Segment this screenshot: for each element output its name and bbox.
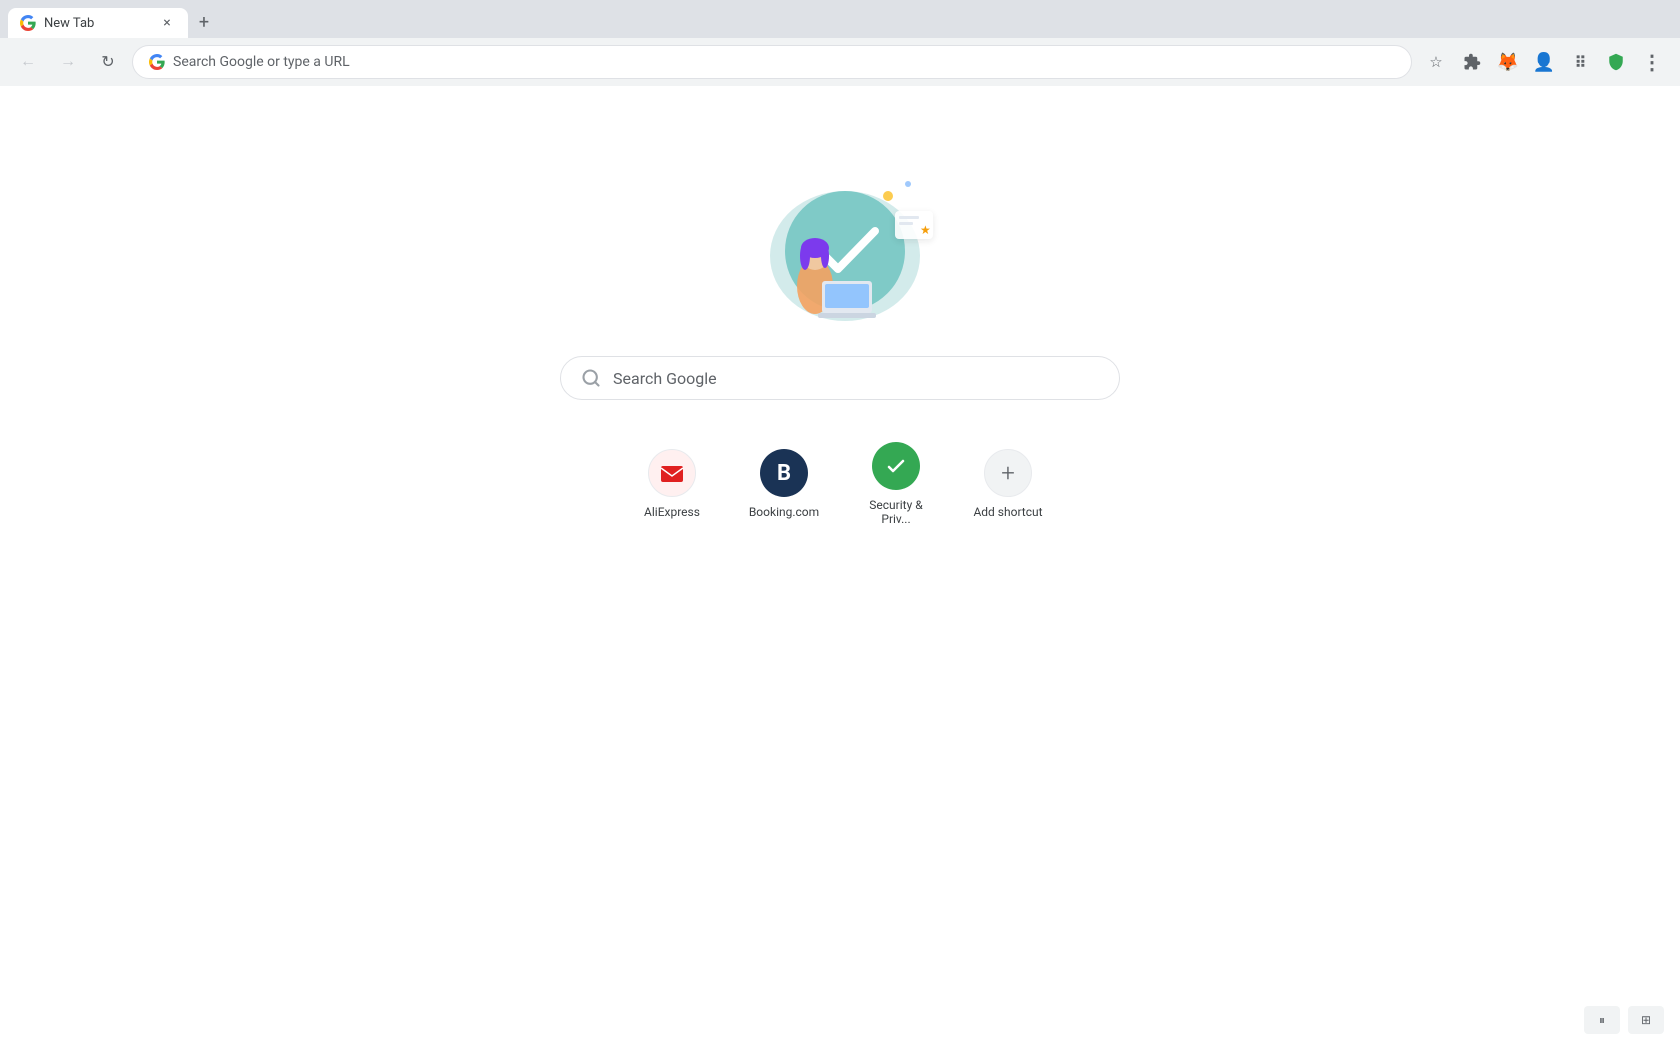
shortcut-security-label: Security & Priv...	[858, 498, 934, 526]
new-tab-button[interactable]: +	[190, 8, 218, 36]
search-box[interactable]: Search Google	[560, 356, 1120, 400]
address-bar-row: ← → ↻ Search Google or type a URL ☆	[0, 38, 1680, 86]
shortcut-add[interactable]: + Add shortcut	[960, 439, 1056, 529]
browser-chrome: New Tab × + ← → ↻ Search Google or type …	[0, 0, 1680, 86]
bottom-right-controls: ⏸ ⊞	[1584, 1006, 1664, 1034]
extensions-button[interactable]	[1456, 46, 1488, 78]
google-g-icon	[149, 54, 165, 70]
add-shortcut-icon: +	[984, 449, 1032, 497]
shield-icon	[1607, 53, 1625, 71]
profile-icon-person[interactable]: 👤	[1528, 46, 1560, 78]
tab-close-button[interactable]: ×	[158, 14, 176, 32]
back-button[interactable]: ←	[12, 46, 44, 78]
address-bar-text: Search Google or type a URL	[173, 54, 350, 70]
aliexpress-icon	[648, 449, 696, 497]
hero-illustration: ★	[740, 166, 940, 326]
new-tab-page: ★ Search Google	[0, 86, 1680, 1050]
shortcut-aliexpress[interactable]: AliExpress	[624, 439, 720, 529]
profile-icon-fox[interactable]: 🦊	[1492, 46, 1524, 78]
shortcuts-row: AliExpress B Booking.com Security & Priv…	[624, 432, 1056, 536]
add-plus-sign: +	[1001, 459, 1015, 487]
shortcut-security[interactable]: Security & Priv...	[848, 432, 944, 536]
pause-button[interactable]: ⏸	[1584, 1006, 1620, 1034]
search-icon	[581, 368, 601, 388]
puzzle-icon	[1463, 53, 1481, 71]
bookmark-button[interactable]: ☆	[1420, 46, 1452, 78]
forward-button[interactable]: →	[52, 46, 84, 78]
security-extension-icon[interactable]	[1600, 46, 1632, 78]
toolbar-icons: ☆ 🦊 👤 ⠿	[1420, 46, 1668, 78]
shortcut-add-label: Add shortcut	[973, 505, 1042, 519]
customize-button[interactable]: ⊞	[1628, 1006, 1664, 1034]
shortcut-booking[interactable]: B Booking.com	[736, 439, 832, 529]
browser-window: New Tab × + ← → ↻ Search Google or type …	[0, 0, 1680, 1050]
tab-bar: New Tab × +	[0, 0, 1680, 38]
booking-letter: B	[777, 461, 791, 486]
security-icon	[872, 442, 920, 490]
reload-button[interactable]: ↻	[92, 46, 124, 78]
svg-text:★: ★	[920, 223, 931, 237]
tab-favicon-icon	[20, 15, 36, 31]
shortcut-booking-label: Booking.com	[749, 505, 819, 519]
shortcut-aliexpress-label: AliExpress	[644, 505, 700, 519]
tab-title: New Tab	[44, 16, 150, 31]
booking-icon: B	[760, 449, 808, 497]
active-tab[interactable]: New Tab ×	[8, 8, 188, 38]
search-placeholder-text: Search Google	[613, 369, 717, 388]
apps-button[interactable]: ⠿	[1564, 46, 1596, 78]
hero-illustration-svg: ★	[740, 166, 940, 326]
address-bar[interactable]: Search Google or type a URL	[132, 45, 1412, 79]
more-menu-button[interactable]: ⋮	[1636, 46, 1668, 78]
